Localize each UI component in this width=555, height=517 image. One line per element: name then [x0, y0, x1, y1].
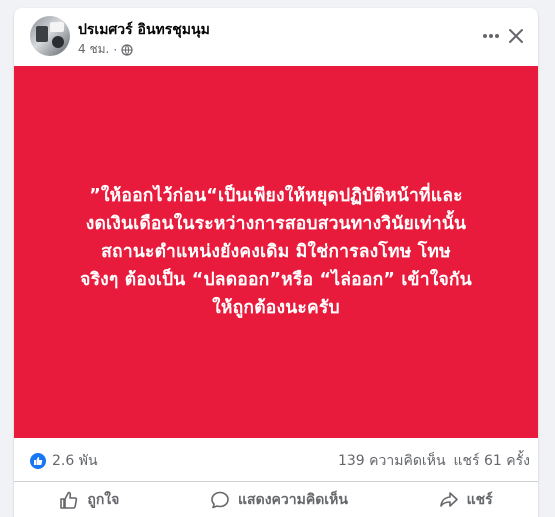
share-count[interactable]: แชร์ 61 ครั้ง [454, 450, 530, 472]
share-label: แชร์ [466, 491, 493, 508]
close-icon [509, 29, 523, 43]
post-time[interactable]: 4 ชม. [78, 40, 109, 59]
more-horizontal-icon [483, 34, 499, 38]
author-name[interactable]: ปรเมศวร์ อินทรชุมนุม [78, 19, 210, 41]
post-meta: 4 ชม. · [78, 40, 133, 59]
thumbs-up-icon [60, 491, 78, 509]
reactions-summary[interactable]: 2.6 พัน [30, 450, 98, 472]
post-header: ปรเมศวร์ อินทรชุมนุม 4 ชม. · [14, 8, 538, 66]
close-post-button[interactable] [500, 20, 532, 52]
post-image-text: ”ให้ออกไว้ก่อน“เป็นเพียงให้หยุดปฏิบัติหน… [80, 186, 472, 318]
engagement-counts: 139 ความคิดเห็น แชร์ 61 ครั้ง [338, 450, 530, 472]
post-image[interactable]: ”ให้ออกไว้ก่อน“เป็นเพียงให้หยุดปฏิบัติหน… [14, 66, 538, 438]
globe-icon [121, 43, 133, 56]
like-button[interactable]: ถูกใจ [37, 483, 141, 517]
post-actions: ถูกใจ แสดงความคิดเห็น แชร์ [14, 482, 538, 517]
comment-label: แสดงความคิดเห็น [238, 491, 348, 508]
like-label: ถูกใจ [87, 491, 120, 508]
share-button[interactable]: แชร์ [417, 483, 515, 517]
like-badge-icon [30, 453, 46, 469]
comment-button[interactable]: แสดงความคิดเห็น [188, 483, 370, 517]
share-arrow-icon [439, 491, 458, 507]
comment-count[interactable]: 139 ความคิดเห็น [338, 450, 446, 472]
author-avatar[interactable] [30, 16, 70, 56]
reaction-count: 2.6 พัน [52, 453, 98, 469]
post-card: ปรเมศวร์ อินทรชุมนุม 4 ชม. · ”ให้ออกไว้ก… [14, 8, 538, 517]
meta-separator: · [113, 42, 118, 57]
post-stats: 2.6 พัน 139 ความคิดเห็น แชร์ 61 ครั้ง [14, 438, 538, 482]
comment-bubble-icon [211, 491, 229, 508]
